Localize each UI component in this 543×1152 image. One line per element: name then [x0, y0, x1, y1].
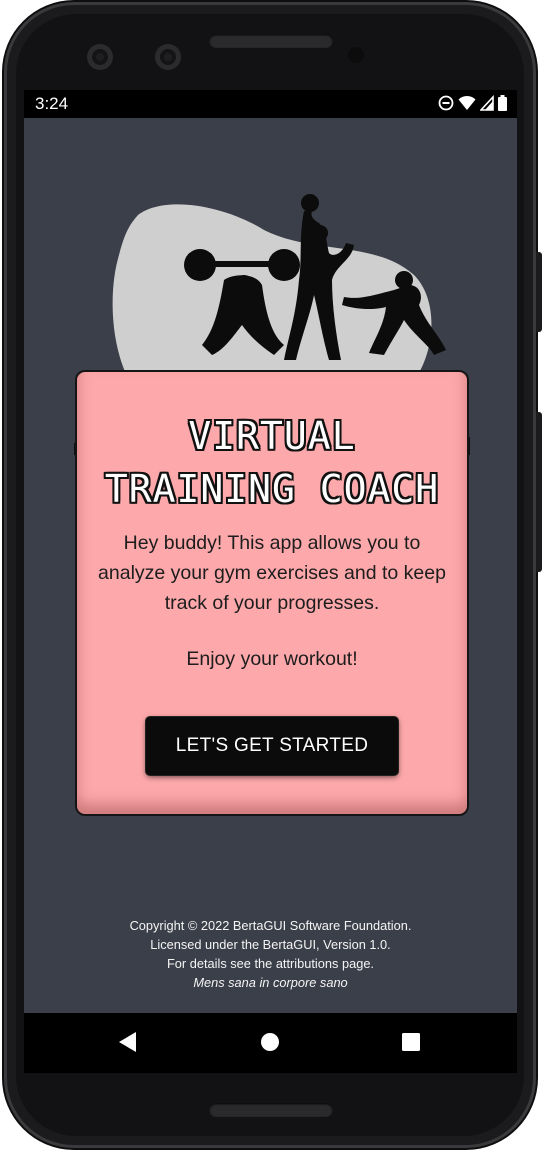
- battery-icon: [498, 95, 507, 111]
- volume-button: [536, 412, 542, 572]
- home-icon[interactable]: [260, 1031, 280, 1053]
- attributions-text: For details see the attributions page.: [166, 956, 374, 971]
- intro-text: Hey buddy! This app allows you to analyz…: [98, 532, 446, 614]
- proximity-sensor: [348, 47, 364, 63]
- front-sensor: [155, 44, 181, 70]
- dnd-icon: [438, 95, 454, 111]
- enjoy-text: Enjoy your workout!: [186, 648, 358, 670]
- get-started-button[interactable]: LET'S GET STARTED: [146, 717, 398, 775]
- top-speaker: [209, 34, 333, 48]
- status-icons: [438, 95, 507, 111]
- screen: 3:24 VIRTUAL TRAINING COACH Hey buddy! T…: [24, 90, 517, 1073]
- footer: Copyright © 2022 BertaGUI Software Found…: [24, 916, 517, 992]
- navigation-bar: [24, 1013, 517, 1073]
- license-text: Licensed under the BertaGUI, Version 1.0…: [150, 937, 391, 952]
- back-icon[interactable]: [118, 1031, 138, 1053]
- motto-text: Mens sana in corpore sano: [193, 975, 348, 990]
- bottom-speaker: [209, 1103, 333, 1117]
- app-title-line1: VIRTUAL: [188, 414, 356, 458]
- status-bar: 3:24: [24, 90, 517, 118]
- recents-icon[interactable]: [401, 1031, 421, 1053]
- wifi-icon: [458, 95, 476, 110]
- copyright-text: Copyright © 2022 BertaGUI Software Found…: [129, 918, 412, 933]
- welcome-card: VIRTUAL TRAINING COACH Hey buddy! This a…: [75, 370, 469, 816]
- power-button: [536, 252, 542, 332]
- status-time: 3:24: [35, 94, 69, 113]
- signal-icon: [480, 95, 494, 111]
- app-title-line2: TRAINING COACH: [104, 467, 440, 511]
- front-camera: [87, 44, 113, 70]
